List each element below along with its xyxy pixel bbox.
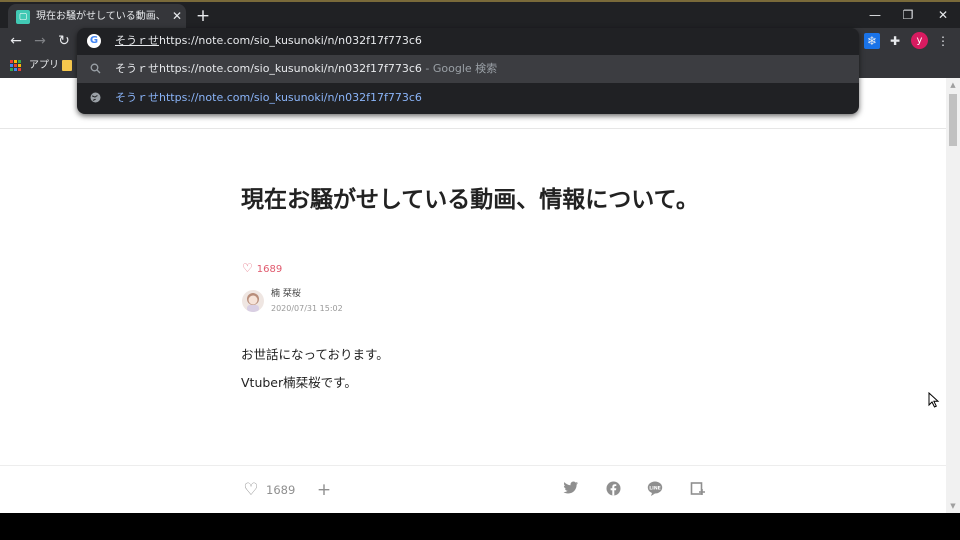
new-tab-button[interactable]: +	[194, 7, 212, 25]
restore-button[interactable]: ❐	[893, 6, 923, 24]
address-input[interactable]: そうｒせhttps://note.com/sio_kusunoki/n/n032…	[115, 33, 422, 49]
page-viewport: 現在お騒がせしている動画、情報について。 ♡ 1689 楠 栞桜 2020/07/…	[0, 78, 946, 513]
scroll-up-icon[interactable]: ▲	[949, 81, 957, 89]
bottom-black-band	[0, 513, 960, 540]
tab-close-icon[interactable]: ✕	[170, 9, 184, 23]
heart-icon: ♡	[242, 261, 253, 275]
omnibox-dropdown[interactable]: G そうｒせhttps://note.com/sio_kusunoki/n/n0…	[77, 28, 859, 114]
note-favicon-icon: ▢	[16, 10, 30, 24]
suggestion-search[interactable]: そうｒせhttps://note.com/sio_kusunoki/n/n032…	[77, 55, 859, 83]
author-name[interactable]: 楠 栞桜	[271, 288, 301, 300]
tab-strip: ▢ 現在お騒がせしている動画、情報に... ✕ + — ❐ ✕	[0, 2, 960, 30]
apps-grid-icon[interactable]	[10, 60, 22, 72]
line-share-icon[interactable]: LINE	[646, 481, 664, 499]
menu-kebab-icon[interactable]: ⋮	[935, 33, 951, 49]
embed-share-icon[interactable]	[689, 481, 707, 499]
like-summary[interactable]: ♡ 1689	[242, 260, 282, 276]
apps-bookmark[interactable]: アプリ	[29, 59, 59, 73]
search-icon	[89, 63, 101, 75]
suggestion-url[interactable]: そうｒせhttps://note.com/sio_kusunoki/n/n032…	[77, 84, 859, 112]
suggestion-search-text: そうｒせhttps://note.com/sio_kusunoki/n/n032…	[115, 62, 422, 75]
svg-text:LINE: LINE	[649, 486, 661, 492]
like-count: 1689	[256, 264, 283, 275]
folder-icon[interactable]	[62, 60, 72, 71]
suggestion-search-suffix: - Google 検索	[421, 62, 498, 75]
scroll-down-icon[interactable]: ▼	[949, 502, 957, 510]
ime-composition-text: そうｒせ	[115, 34, 159, 47]
profile-avatar[interactable]: y	[911, 32, 928, 49]
twitter-share-icon[interactable]	[562, 481, 580, 499]
tab-title: 現在お騒がせしている動画、情報に...	[36, 11, 166, 22]
scroll-thumb[interactable]	[949, 94, 957, 146]
vertical-scrollbar[interactable]: ▲ ▼	[946, 78, 960, 513]
reload-button[interactable]: ↻	[55, 32, 73, 50]
post-date: 2020/07/31 15:02	[271, 304, 343, 313]
author-avatar[interactable]	[242, 290, 264, 312]
body-paragraph: Vtuber楠栞桜です。	[241, 375, 357, 390]
body-paragraph: お世話になっております。	[241, 347, 389, 362]
like-heart-icon[interactable]: ♡	[242, 481, 260, 499]
add-to-magazine-button[interactable]: +	[316, 481, 332, 499]
minimize-button[interactable]: —	[860, 6, 890, 24]
suggestion-url-text: そうｒせhttps://note.com/sio_kusunoki/n/n032…	[115, 91, 422, 104]
active-tab[interactable]: ▢ 現在お騒がせしている動画、情報に... ✕	[8, 4, 186, 30]
forward-button[interactable]: →	[31, 32, 49, 50]
article-title: 現在お騒がせしている動画、情報について。	[241, 187, 699, 213]
mouse-cursor-icon	[928, 392, 940, 408]
google-icon: G	[87, 34, 101, 48]
address-input-text: https://note.com/sio_kusunoki/n/n032f17f…	[159, 34, 422, 47]
facebook-share-icon[interactable]	[604, 481, 622, 499]
header-divider	[0, 128, 946, 129]
address-bar[interactable]: G そうｒせhttps://note.com/sio_kusunoki/n/n0…	[77, 28, 859, 54]
extensions-puzzle-icon[interactable]: ✚	[887, 33, 903, 49]
extension-app-icon[interactable]: ❄	[864, 33, 880, 49]
footer-divider	[0, 465, 946, 466]
back-button[interactable]: ←	[7, 32, 25, 50]
footer-like-count: 1689	[266, 483, 296, 497]
globe-icon	[89, 92, 101, 104]
close-window-button[interactable]: ✕	[928, 6, 958, 24]
